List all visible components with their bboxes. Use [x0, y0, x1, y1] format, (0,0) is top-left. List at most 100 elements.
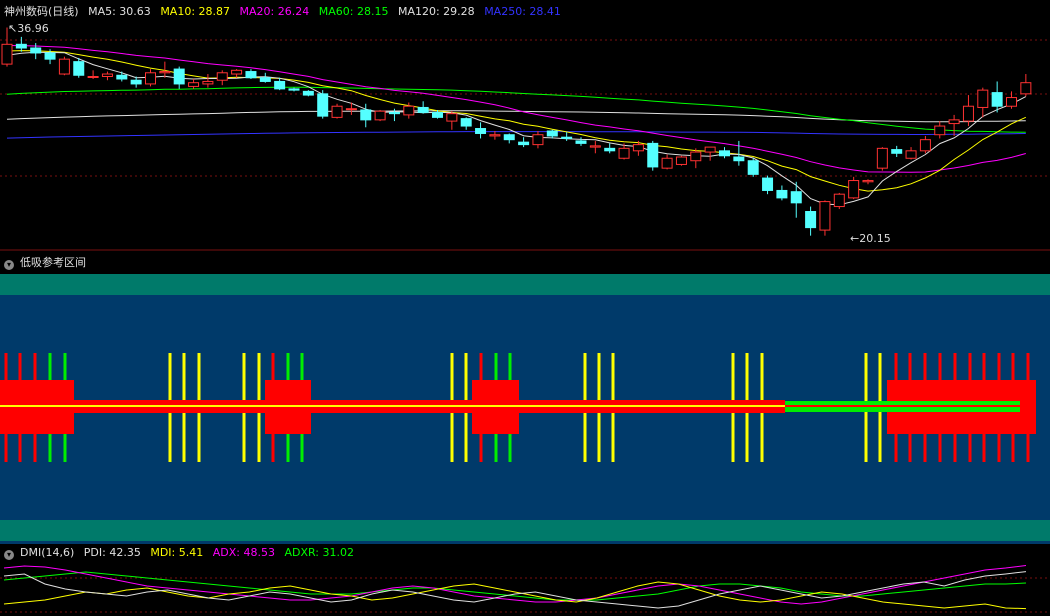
candle-body	[460, 118, 472, 127]
ma60-label: MA60: 28.15	[318, 5, 389, 18]
candle-body	[101, 73, 113, 78]
candle-body	[432, 111, 443, 118]
candle-body	[159, 71, 171, 74]
candle-body	[776, 189, 788, 199]
candle-body	[116, 74, 128, 80]
candle-body	[87, 76, 99, 78]
candle-body	[790, 191, 802, 204]
candle-body	[604, 147, 616, 152]
candle-body	[848, 180, 860, 199]
candle-body	[962, 105, 974, 122]
price-panel-header: 神州数码(日线) MA5: 30.63 MA10: 28.87 MA20: 26…	[4, 5, 567, 19]
ma20-label: MA20: 26.24	[239, 5, 310, 18]
candle-body	[360, 109, 372, 121]
arrow-icon: ←	[850, 232, 860, 245]
chart-title: 神州数码(日线)	[4, 5, 79, 18]
candle-body	[977, 89, 989, 108]
zone-panel-title: 低吸参考区间	[20, 256, 86, 269]
candle-body	[819, 201, 831, 231]
candle-body	[862, 180, 874, 183]
candle-body	[833, 193, 845, 208]
candle-body	[891, 149, 903, 154]
low-price-label: 20.15	[859, 232, 891, 245]
candle-body	[15, 43, 27, 49]
high-price-tip: ↖36.96	[8, 22, 49, 35]
candle-body	[388, 111, 400, 115]
candle-body	[245, 71, 257, 79]
candle-body	[704, 146, 716, 153]
candle-body	[503, 134, 515, 141]
candle-body	[546, 130, 558, 137]
candle-body	[518, 141, 530, 146]
candle-body	[589, 145, 601, 148]
candle-body	[274, 80, 286, 90]
candle-body	[991, 92, 1003, 107]
candle-body	[475, 128, 487, 134]
candle-body	[374, 110, 386, 121]
collapse-icon[interactable]: ▾	[4, 550, 14, 560]
candle-body	[44, 52, 56, 60]
candle-body	[575, 140, 587, 144]
candle-body	[747, 160, 759, 175]
candle-body	[188, 82, 200, 87]
pdi-label: PDI: 42.35	[83, 546, 141, 559]
zone-panel-header: ▾ 低吸参考区间	[4, 256, 92, 270]
dmi-panel-header: ▾ DMI(14,6) PDI: 42.35 MDI: 5.41 ADX: 48.…	[4, 546, 360, 560]
dmi-title: DMI(14,6)	[20, 546, 75, 559]
low-price-tip: ←20.15	[850, 232, 891, 245]
chart-canvas	[0, 27, 1050, 613]
candle-body	[345, 108, 357, 111]
candle-body	[1, 43, 13, 65]
candle-body	[73, 61, 85, 76]
candle-body	[403, 105, 415, 116]
candle-body	[30, 47, 42, 54]
candle-body	[805, 211, 817, 229]
candle-body	[934, 125, 946, 136]
candle-body	[1006, 97, 1017, 107]
ma120-label: MA120: 29.28	[397, 5, 475, 18]
candle-body	[561, 136, 573, 139]
candle-body	[302, 90, 314, 96]
candle-body	[632, 144, 644, 152]
mdi-label: MDI: 5.41	[150, 546, 204, 559]
candle-body	[905, 150, 917, 159]
candle-body	[231, 69, 243, 75]
collapse-icon[interactable]: ▾	[4, 260, 14, 270]
candle-body	[331, 105, 343, 118]
candle-body	[489, 134, 501, 137]
adx-line	[3, 565, 1027, 605]
candle-body	[202, 80, 214, 85]
ma5-label: MA5: 30.63	[88, 5, 151, 18]
candle-body	[145, 72, 156, 85]
candle-body	[919, 139, 931, 152]
arrow-icon: ↖	[8, 22, 18, 35]
candle-body	[58, 58, 70, 75]
candle-body	[876, 147, 888, 169]
zone-band-top	[0, 274, 1050, 295]
adxr-line	[3, 571, 1027, 601]
candle-body	[647, 142, 659, 168]
stock-chart-window: 神州数码(日线) MA5: 30.63 MA10: 28.87 MA20: 26…	[0, 0, 1050, 616]
candle-body	[317, 93, 329, 117]
candle-body	[675, 156, 687, 165]
ma20-line	[6, 45, 1026, 173]
adxr-label: ADXR: 31.02	[284, 546, 354, 559]
adx-label: ADX: 48.53	[212, 546, 275, 559]
candle-body	[173, 68, 185, 85]
candle-body	[417, 106, 429, 113]
candle-body	[216, 72, 228, 81]
candle-body	[288, 88, 300, 91]
candle-body	[532, 134, 544, 146]
candle-body	[259, 77, 271, 82]
candle-body	[762, 177, 774, 191]
candle-body	[618, 147, 630, 159]
candle-body	[661, 157, 673, 169]
ma250-label: MA250: 28.41	[484, 5, 561, 18]
zone-band-bottom	[0, 520, 1050, 541]
candle-body	[948, 119, 960, 125]
ma10-label: MA10: 28.87	[160, 5, 231, 18]
candle-body	[130, 79, 142, 85]
candle-body	[1020, 82, 1032, 95]
candle-body	[719, 150, 730, 157]
candle-body	[446, 113, 458, 122]
